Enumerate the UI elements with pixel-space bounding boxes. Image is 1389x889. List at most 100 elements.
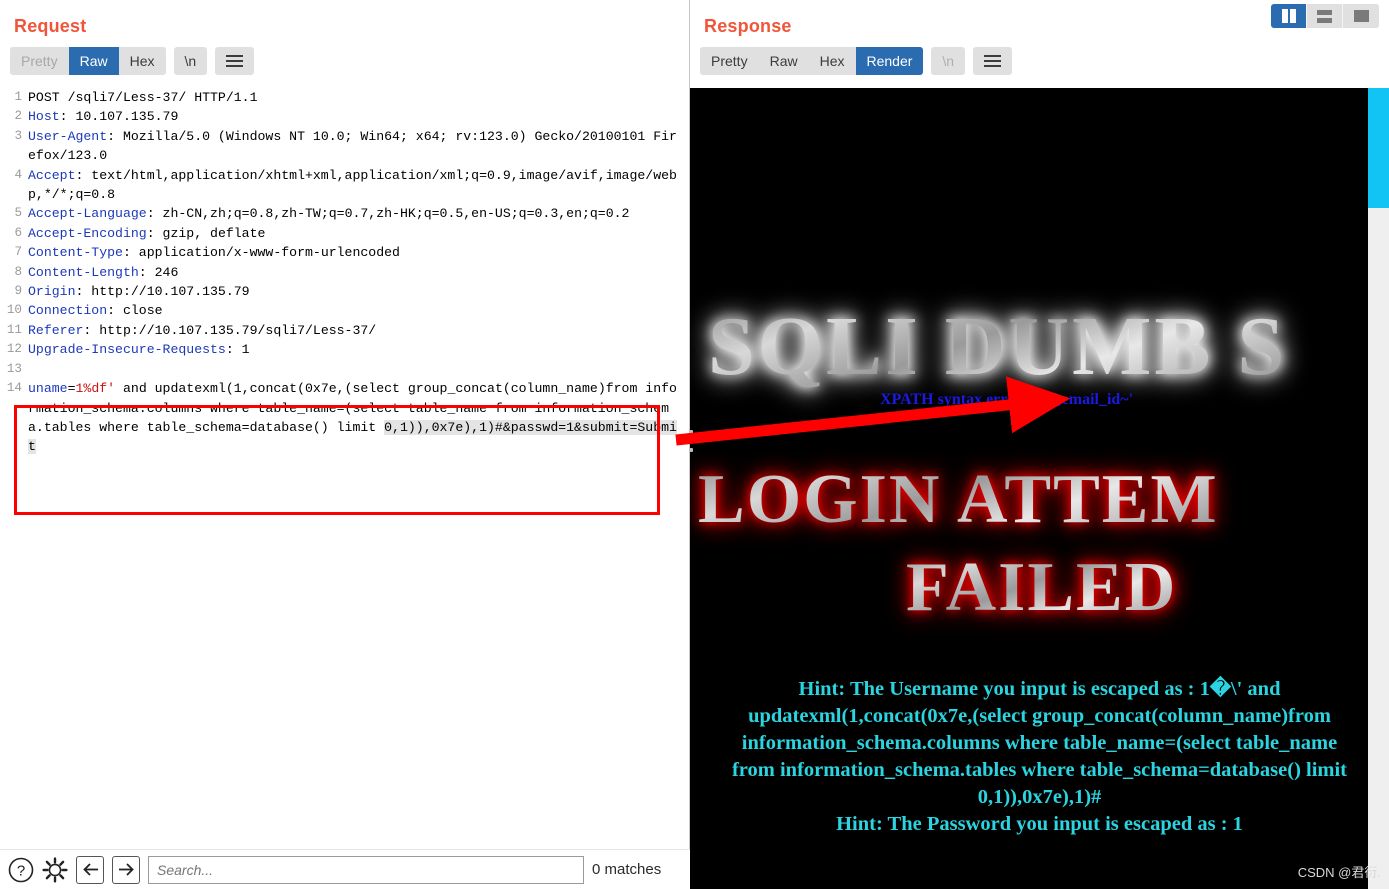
request-menu-button[interactable] xyxy=(215,47,255,75)
arrow-left-icon xyxy=(82,863,98,876)
code-token: : zh-CN,zh;q=0.8,zh-TW;q=0.7,zh-HK;q=0.5… xyxy=(146,206,630,222)
request-bottom-toolbar: ? Search... 0 matches xyxy=(0,849,690,889)
tab-request-pretty[interactable]: Pretty xyxy=(10,47,69,75)
response-pane: Response Pretty Raw Hex Render \n SQLI D… xyxy=(690,0,1389,889)
line-number: 4 xyxy=(14,167,22,182)
split-view-icon xyxy=(1281,9,1296,23)
code-token: Accept xyxy=(28,167,76,183)
svg-text:?: ? xyxy=(17,862,25,879)
code-line: 6 Accept-Encoding: gzip, deflate xyxy=(0,224,689,243)
hint-line: Hint: The Username you input is escaped … xyxy=(798,678,1281,700)
code-token: : http://10.107.135.79/sqli7/Less-37/ xyxy=(83,322,377,338)
line-number: 11 xyxy=(6,322,22,337)
code-line: 3 User-Agent: Mozilla/5.0 (Windows NT 10.… xyxy=(0,127,689,166)
code-token: : Mozilla/5.0 (Windows NT 10.0; Win64; x… xyxy=(28,128,677,164)
single-pane-view-button[interactable] xyxy=(1343,4,1379,28)
code-line: 12 Upgrade-Insecure-Requests: 1 xyxy=(0,340,689,359)
request-newline-button[interactable]: \n xyxy=(173,47,208,75)
line-number: 10 xyxy=(6,303,22,318)
request-title: Request xyxy=(14,16,87,36)
match-count-label: 0 matches xyxy=(592,861,662,878)
response-format-tabs: Pretty Raw Hex Render xyxy=(700,47,924,75)
line-content: Origin: http://10.107.135.79 xyxy=(28,282,689,301)
hint-text-block: Hint: The Username you input is escaped … xyxy=(698,676,1381,838)
code-token: : 1 xyxy=(225,342,250,358)
search-forward-button[interactable] xyxy=(112,855,140,884)
response-newline-button[interactable]: \n xyxy=(931,47,966,75)
line-number: 6 xyxy=(14,225,22,240)
request-tabbar: Pretty Raw Hex \n xyxy=(0,37,689,75)
line-number: 13 xyxy=(6,361,22,376)
tab-response-pretty[interactable]: Pretty xyxy=(700,47,759,75)
request-pane: Request Pretty Raw Hex \n 1 POST /sqli7/L… xyxy=(0,0,693,889)
render-scrollbar[interactable] xyxy=(1368,88,1389,889)
code-token: : text/html,application/xhtml+xml,applic… xyxy=(28,167,677,203)
code-token: uname xyxy=(28,381,68,397)
response-menu-button[interactable] xyxy=(973,47,1013,75)
code-line: 14 uname=1%df' and updatexml(1,concat(0x7… xyxy=(0,379,689,457)
tab-request-raw[interactable]: Raw xyxy=(68,47,119,75)
stacked-view-icon xyxy=(1317,9,1332,23)
code-token: Connection xyxy=(28,303,108,319)
hamburger-icon xyxy=(226,52,244,70)
layout-view-toggles xyxy=(1271,4,1379,28)
render-scrollbar-thumb[interactable] xyxy=(1368,88,1389,208)
line-number: 2 xyxy=(14,109,22,124)
request-editor[interactable]: 1 POST /sqli7/Less-37/ HTTP/1.1 2 Host: 10.… xyxy=(0,88,689,849)
code-line: 8 Content-Length: 246 xyxy=(0,263,689,282)
code-token: 1%df' xyxy=(75,381,116,397)
csdn-watermark: CSDN @君衍. xyxy=(1297,865,1381,880)
login-attempt-banner: LOGIN ATTEM xyxy=(698,461,1219,538)
hint-line: from information_schema.tables where tab… xyxy=(731,759,1348,781)
code-token: User-Agent xyxy=(28,128,108,144)
failed-banner: FAILED xyxy=(906,549,1178,626)
hamburger-icon xyxy=(984,52,1002,70)
line-number: 12 xyxy=(6,342,22,357)
line-content: Content-Type: application/x-www-form-url… xyxy=(28,243,689,262)
line-content: uname=1%df' and updatexml(1,concat(0x7e,… xyxy=(28,379,689,457)
line-number: 7 xyxy=(14,245,22,260)
line-number: 9 xyxy=(14,284,22,299)
hint-line: information_schema.columns where table_n… xyxy=(741,732,1338,754)
rendered-response-view[interactable]: SQLI DUMB S XPATH syntax error: '~id,ema… xyxy=(690,88,1389,889)
code-token: Accept-Language xyxy=(28,206,147,222)
tab-request-hex[interactable]: Hex xyxy=(118,47,166,75)
code-line: 13 xyxy=(0,360,689,379)
line-content: Upgrade-Insecure-Requests: 1 xyxy=(28,340,689,359)
code-line: 9 Origin: http://10.107.135.79 xyxy=(0,282,689,301)
code-token: Content-Type xyxy=(28,245,123,261)
line-number: 3 xyxy=(14,128,22,143)
stacked-view-button[interactable] xyxy=(1307,4,1343,28)
sqli-dumb-banner: SQLI DUMB S xyxy=(708,300,1288,393)
pane-splitter[interactable] xyxy=(688,430,694,472)
tab-response-render[interactable]: Render xyxy=(855,47,924,75)
line-content: User-Agent: Mozilla/5.0 (Windows NT 10.0… xyxy=(28,127,689,166)
search-input[interactable] xyxy=(148,855,584,884)
code-token: POST /sqli7/Less-37/ HTTP/1.1 xyxy=(28,90,258,105)
code-line: 11 Referer: http://10.107.135.79/sqli7/Le… xyxy=(0,321,689,340)
side-by-side-view-button[interactable] xyxy=(1271,4,1307,28)
code-token: : 10.107.135.79 xyxy=(59,109,179,125)
code-token: : close xyxy=(107,303,163,319)
single-pane-icon xyxy=(1353,10,1369,22)
hint-line: updatexml(1,concat(0x7e,(select group_co… xyxy=(748,705,1331,727)
line-content: Accept-Encoding: gzip, deflate xyxy=(28,224,689,243)
gear-icon[interactable] xyxy=(42,856,68,883)
burp-suite-window: Request Pretty Raw Hex \n 1 POST /sqli7/L… xyxy=(0,0,1389,889)
hint-line: 0,1)),0x7e),1)# xyxy=(977,786,1102,808)
xpath-error-text: XPATH syntax error: '~id,email_id~' xyxy=(880,391,1134,408)
tab-response-hex[interactable]: Hex xyxy=(808,47,856,75)
code-token: Referer xyxy=(28,322,84,338)
code-line: 10 Connection: close xyxy=(0,301,689,320)
code-line: 5 Accept-Language: zh-CN,zh;q=0.8,zh-TW;q… xyxy=(0,204,689,223)
line-number: 8 xyxy=(14,264,22,279)
search-back-button[interactable] xyxy=(76,855,104,884)
tab-response-raw[interactable]: Raw xyxy=(758,47,809,75)
hint-line: Hint: The Password you input is escaped … xyxy=(836,813,1243,835)
response-tabbar: Pretty Raw Hex Render \n xyxy=(690,37,1389,75)
code-token: Upgrade-Insecure-Requests xyxy=(28,342,226,358)
code-token: Accept-Encoding xyxy=(28,225,147,241)
code-token: : http://10.107.135.79 xyxy=(75,284,250,300)
line-content: POST /sqli7/Less-37/ HTTP/1.1 xyxy=(28,88,689,107)
question-mark-icon[interactable]: ? xyxy=(8,857,34,883)
